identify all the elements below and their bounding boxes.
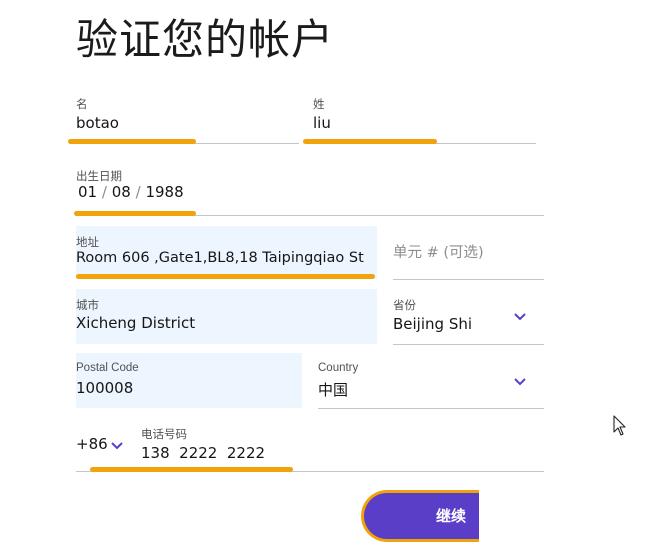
- dob-highlight: [74, 211, 196, 216]
- dob-year[interactable]: 1988: [145, 183, 183, 201]
- last-name-field[interactable]: 姓 liu: [313, 92, 536, 144]
- chevron-down-icon[interactable]: [513, 376, 527, 386]
- address-field[interactable]: 地址 Room 606 ,Gate1,BL8,18 Taipingqiao St: [76, 226, 377, 279]
- chevron-down-icon[interactable]: [513, 311, 527, 321]
- unit-underline: [393, 279, 544, 280]
- country-value: 中国: [318, 381, 349, 399]
- dob-value: 01 / 08 / 1988: [76, 183, 184, 201]
- province-value: Beijing Shi: [393, 315, 473, 333]
- province-underline: [393, 344, 544, 345]
- phone-highlight: [90, 467, 293, 472]
- address-value: Room 606 ,Gate1,BL8,18 Taipingqiao St: [76, 250, 364, 266]
- phone-number-label: 电话号码: [141, 429, 187, 441]
- address-label: 地址: [76, 237, 99, 249]
- last-name-label: 姓: [313, 99, 325, 111]
- phone-number-value: 138 2222 2222: [141, 444, 266, 462]
- dob-separator: /: [135, 183, 141, 201]
- last-name-highlight: [303, 139, 437, 144]
- unit-placeholder: 单元 # (可选): [393, 245, 484, 261]
- dob-label: 出生日期: [76, 171, 122, 183]
- dob-separator: /: [101, 183, 107, 201]
- mouse-cursor-icon: [613, 415, 626, 436]
- dob-month[interactable]: 01: [78, 183, 97, 201]
- postal-code-label: Postal Code: [76, 362, 139, 374]
- province-select[interactable]: 省份 Beijing Shi: [393, 289, 544, 344]
- continue-label: 继续: [436, 507, 467, 525]
- country-underline: [318, 408, 544, 409]
- dob-day[interactable]: 08: [112, 183, 131, 201]
- first-name-label: 名: [76, 99, 88, 111]
- button-clip-overlay: [479, 486, 549, 552]
- first-name-field[interactable]: 名 botao: [76, 92, 299, 144]
- city-label: 城市: [76, 300, 99, 312]
- page-title: 验证您的帐户: [76, 15, 335, 64]
- country-select[interactable]: Country 中国: [318, 353, 544, 408]
- last-name-value: liu: [313, 114, 331, 132]
- first-name-highlight: [68, 139, 196, 144]
- first-name-value: botao: [76, 114, 119, 132]
- city-value: Xicheng District: [76, 314, 196, 332]
- unit-field[interactable]: 单元 # (可选): [393, 226, 544, 279]
- city-field[interactable]: 城市 Xicheng District: [76, 289, 377, 344]
- province-label: 省份: [393, 300, 416, 312]
- postal-code-field[interactable]: Postal Code 100008: [76, 353, 302, 408]
- postal-code-value: 100008: [76, 379, 134, 397]
- dob-field[interactable]: 出生日期 01 / 08 / 1988: [76, 164, 544, 216]
- phone-country-code: +86: [76, 435, 108, 453]
- country-label: Country: [318, 362, 359, 374]
- address-highlight: [76, 274, 375, 279]
- phone-number-field[interactable]: 电话号码 138 2222 2222: [141, 423, 544, 471]
- phone-country-code-select[interactable]: +86: [76, 425, 134, 470]
- chevron-down-icon[interactable]: [110, 440, 124, 450]
